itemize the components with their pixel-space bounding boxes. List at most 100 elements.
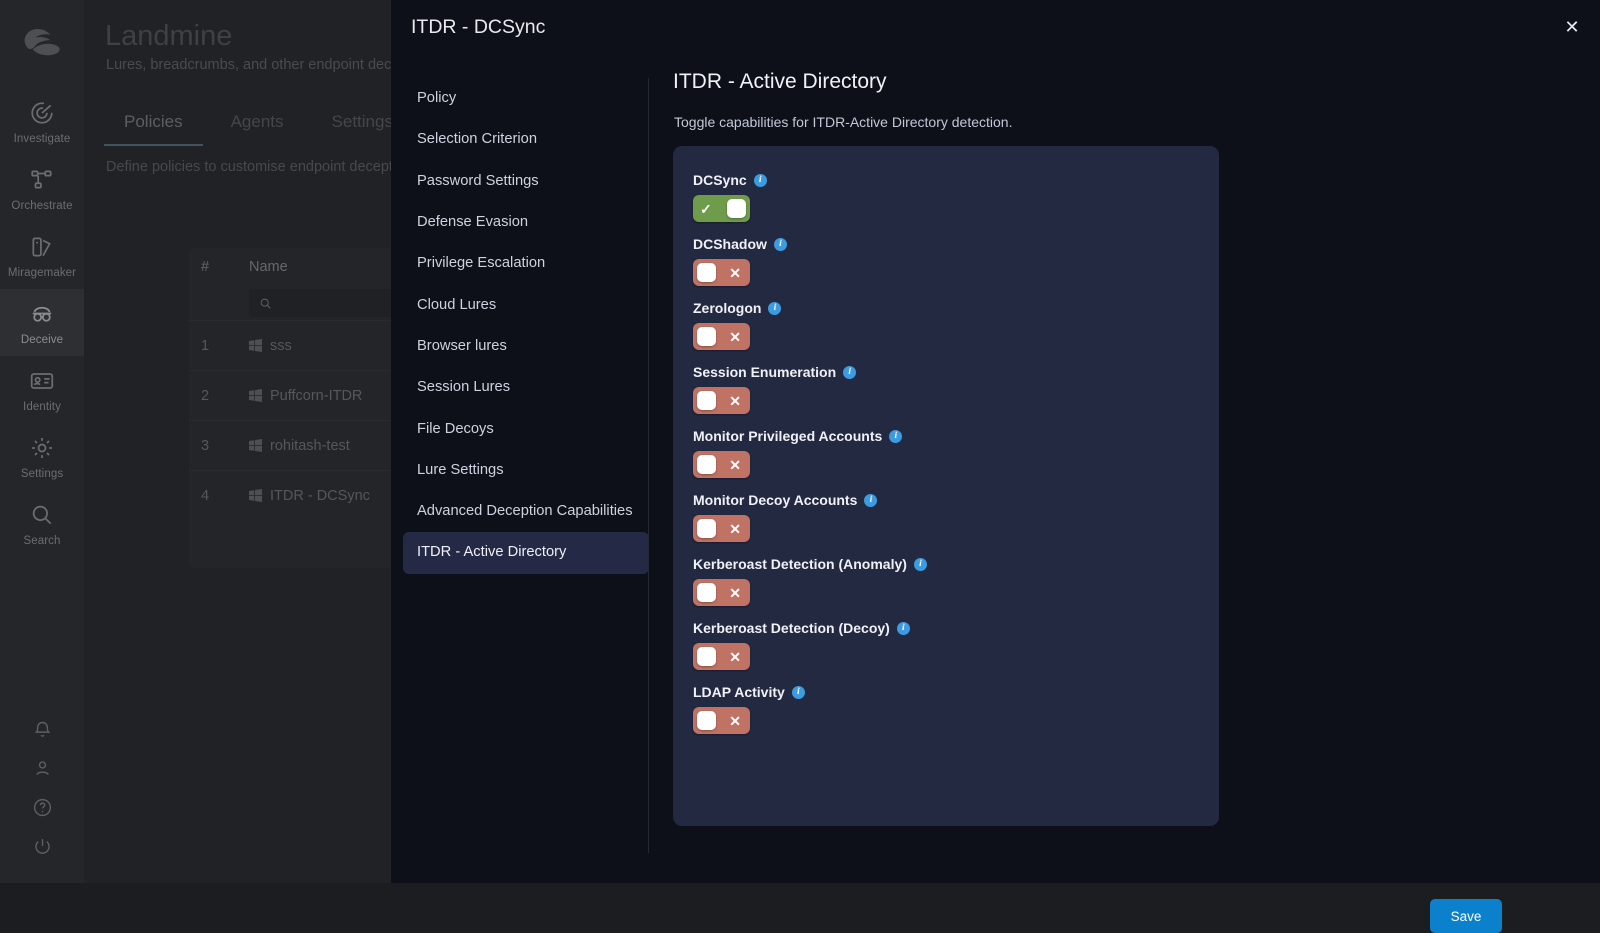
modal-title: ITDR - DCSync <box>411 16 545 39</box>
capability-label: Session Enumeration i <box>693 364 1219 380</box>
capability-toggle[interactable]: ✕ <box>693 451 750 478</box>
info-icon[interactable]: i <box>768 302 781 315</box>
sidebar-item-settings[interactable]: Settings <box>0 423 84 490</box>
windows-icon <box>249 439 262 452</box>
nav-item-cloud-lures[interactable]: Cloud Lures <box>403 285 649 326</box>
capabilities-panel: DCSync i ✓ DCShadow i ✕ <box>673 146 1219 826</box>
info-icon[interactable]: i <box>914 558 927 571</box>
nav-item-lure-settings[interactable]: Lure Settings <box>403 450 649 491</box>
capability-label: Zerologon i <box>693 300 1219 316</box>
row-name: sss <box>270 338 292 354</box>
palette-layers-icon <box>29 234 55 260</box>
toggle-knob <box>697 647 716 666</box>
modal-dialog: ITDR - DCSync ✕ Policy Selection Criteri… <box>391 0 1600 883</box>
column-header-index: # <box>189 259 249 275</box>
sidebar-item-label: Deceive <box>21 334 63 346</box>
cross-icon: ✕ <box>729 522 741 536</box>
tab-agents[interactable]: Agents <box>211 104 304 146</box>
user-icon[interactable] <box>32 758 53 779</box>
row-index: 1 <box>189 338 249 354</box>
tab-policies[interactable]: Policies <box>104 104 203 146</box>
content-title: ITDR - Active Directory <box>673 70 887 94</box>
modal-nav-list: Policy Selection Criterion Password Sett… <box>403 78 649 574</box>
capability-label: Kerberoast Detection (Decoy) i <box>693 620 1219 636</box>
info-icon[interactable]: i <box>754 174 767 187</box>
capability-label: Kerberoast Detection (Anomaly) i <box>693 556 1219 572</box>
capability-toggle[interactable]: ✕ <box>693 707 750 734</box>
sidebar-item-investigate[interactable]: Investigate <box>0 88 84 155</box>
modal-body: Policy Selection Criterion Password Sett… <box>391 62 1600 883</box>
capability-row-session-enumeration: Session Enumeration i ✕ <box>693 364 1219 414</box>
sidebar-item-search[interactable]: Search <box>0 490 84 557</box>
nav-item-advanced-deception-capabilities[interactable]: Advanced Deception Capabilities <box>403 491 649 532</box>
capability-row-dcsync: DCSync i ✓ <box>693 172 1219 222</box>
search-icon <box>259 297 272 310</box>
sidebar-item-miragemaker[interactable]: Miragemaker <box>0 222 84 289</box>
save-button[interactable]: Save <box>1430 899 1502 933</box>
sidebar-item-orchestrate[interactable]: Orchestrate <box>0 155 84 222</box>
cross-icon: ✕ <box>729 330 741 344</box>
cross-icon: ✕ <box>729 650 741 664</box>
windows-icon <box>249 339 262 352</box>
capability-label-text: Monitor Decoy Accounts <box>693 492 857 508</box>
tab-bar: Policies Agents Settings <box>104 104 413 146</box>
windows-icon <box>249 389 262 402</box>
nav-item-password-settings[interactable]: Password Settings <box>403 161 649 202</box>
capability-toggle[interactable]: ✕ <box>693 387 750 414</box>
modal-content-pane: ITDR - Active Directory Toggle capabilit… <box>673 62 1600 883</box>
nav-item-privilege-escalation[interactable]: Privilege Escalation <box>403 243 649 284</box>
capability-row-ldap-activity: LDAP Activity i ✕ <box>693 684 1219 734</box>
nav-item-itdr-active-directory[interactable]: ITDR - Active Directory <box>403 532 649 573</box>
info-icon[interactable]: i <box>889 430 902 443</box>
capability-toggle[interactable]: ✕ <box>693 259 750 286</box>
node-graph-icon <box>29 167 55 193</box>
capability-label: Monitor Privileged Accounts i <box>693 428 1219 444</box>
capability-toggle[interactable]: ✕ <box>693 323 750 350</box>
nav-item-selection-criterion[interactable]: Selection Criterion <box>403 119 649 160</box>
capability-row-monitor-decoy-accounts: Monitor Decoy Accounts i ✕ <box>693 492 1219 542</box>
capability-toggle[interactable]: ✕ <box>693 643 750 670</box>
info-icon[interactable]: i <box>897 622 910 635</box>
capability-label-text: Kerberoast Detection (Anomaly) <box>693 556 907 572</box>
app-logo[interactable] <box>14 14 70 70</box>
info-icon[interactable]: i <box>864 494 877 507</box>
capability-label-text: Monitor Privileged Accounts <box>693 428 882 444</box>
bell-icon[interactable] <box>32 719 53 740</box>
capability-label-text: DCSync <box>693 172 747 188</box>
capability-row-monitor-privileged-accounts: Monitor Privileged Accounts i ✕ <box>693 428 1219 478</box>
cross-icon: ✕ <box>729 458 741 472</box>
info-icon[interactable]: i <box>792 686 805 699</box>
magnifier-icon <box>29 502 55 528</box>
capability-toggle[interactable]: ✓ <box>693 195 750 222</box>
row-name: rohitash-test <box>270 438 350 454</box>
info-icon[interactable]: i <box>774 238 787 251</box>
row-name: Puffcorn-ITDR <box>270 388 362 404</box>
nav-item-policy[interactable]: Policy <box>403 78 649 119</box>
nav-item-defense-evasion[interactable]: Defense Evasion <box>403 202 649 243</box>
left-nav-rail: Investigate Orchestrate Miragemaker Dece… <box>0 0 84 883</box>
row-index: 2 <box>189 388 249 404</box>
page-title: Landmine <box>105 20 232 53</box>
toggle-knob <box>697 711 716 730</box>
help-circle-icon[interactable] <box>32 797 53 818</box>
toggle-knob <box>697 455 716 474</box>
sidebar-item-label: Settings <box>21 468 63 480</box>
capability-label-text: LDAP Activity <box>693 684 785 700</box>
nav-item-file-decoys[interactable]: File Decoys <box>403 409 649 450</box>
close-icon[interactable]: ✕ <box>1559 14 1585 40</box>
capability-toggle[interactable]: ✕ <box>693 579 750 606</box>
sidebar-item-identity[interactable]: Identity <box>0 356 84 423</box>
sidebar-item-deceive[interactable]: Deceive <box>0 289 84 356</box>
nav-item-browser-lures[interactable]: Browser lures <box>403 326 649 367</box>
info-icon[interactable]: i <box>843 366 856 379</box>
nav-item-session-lures[interactable]: Session Lures <box>403 367 649 408</box>
capability-label: LDAP Activity i <box>693 684 1219 700</box>
content-subtitle: Toggle capabilities for ITDR-Active Dire… <box>674 114 1012 130</box>
capability-row-kerberoast-detection-decoy: Kerberoast Detection (Decoy) i ✕ <box>693 620 1219 670</box>
capability-label-text: Kerberoast Detection (Decoy) <box>693 620 890 636</box>
capability-toggle[interactable]: ✕ <box>693 515 750 542</box>
gear-icon <box>29 435 55 461</box>
row-index: 3 <box>189 438 249 454</box>
power-icon[interactable] <box>32 836 53 857</box>
row-name: ITDR - DCSync <box>270 488 370 504</box>
